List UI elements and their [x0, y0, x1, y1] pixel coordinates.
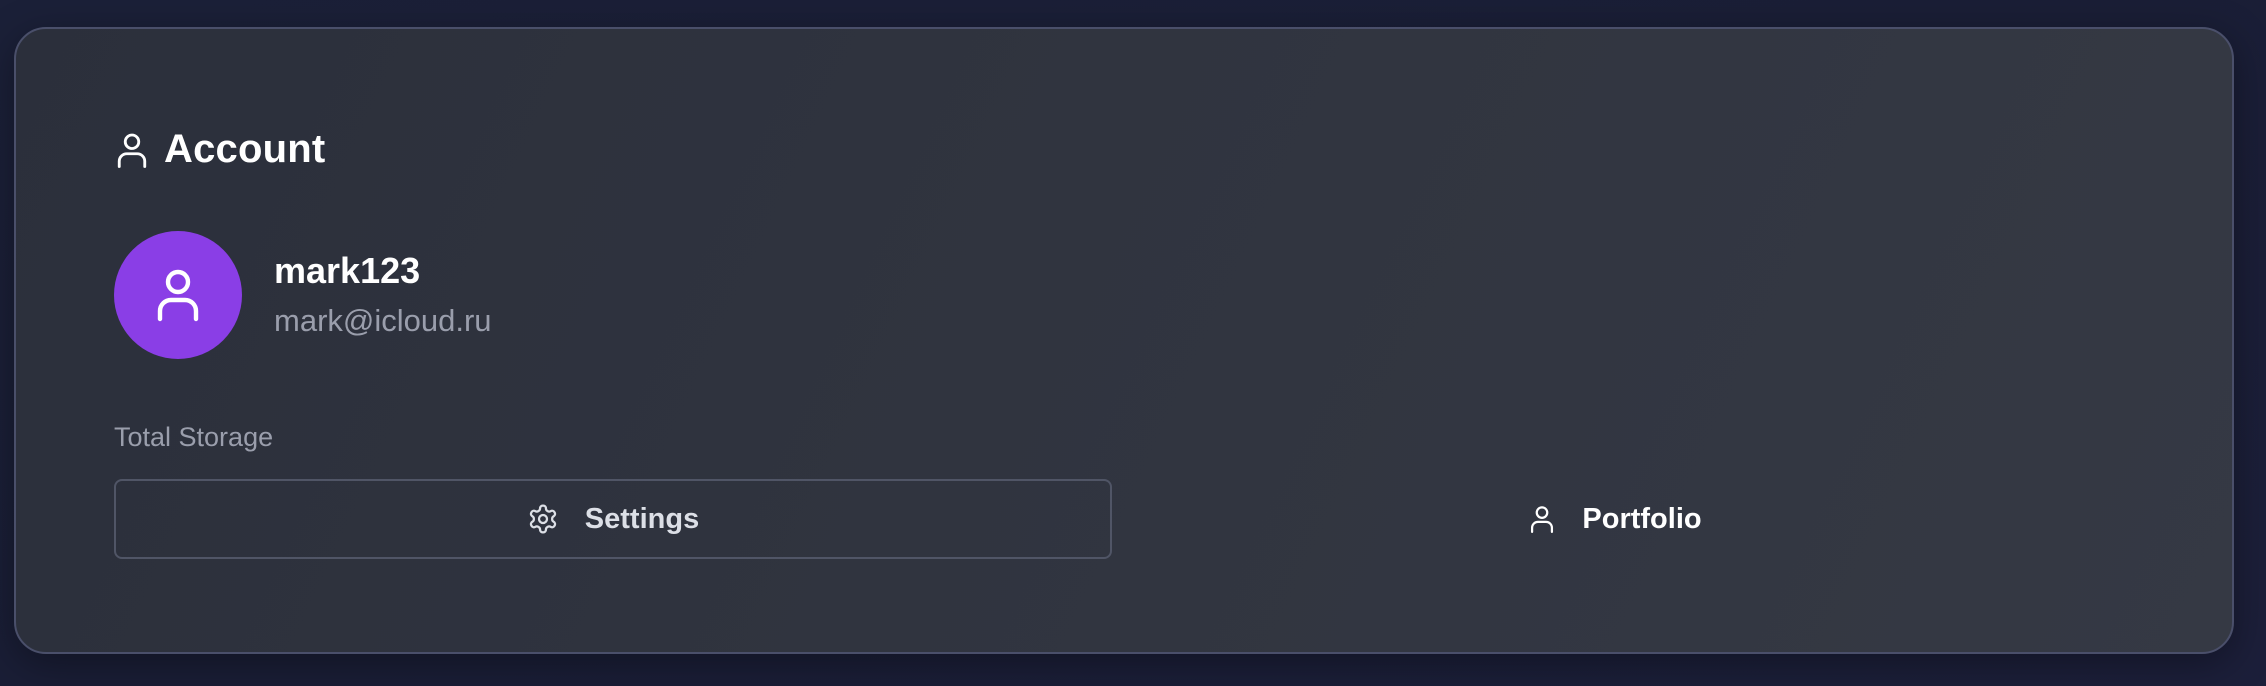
portfolio-button[interactable]: Portfolio	[1116, 479, 2114, 559]
user-icon	[1528, 503, 1556, 535]
account-card: Account mark123 mark@icloud.ru Total Sto…	[14, 27, 2234, 654]
user-icon	[114, 130, 150, 170]
avatar	[114, 231, 242, 359]
gear-icon	[527, 503, 559, 535]
user-icon	[154, 267, 202, 323]
settings-button-label: Settings	[584, 502, 700, 535]
portfolio-button-label: Portfolio	[1582, 502, 1702, 535]
page-title: Account	[164, 127, 326, 171]
account-actions: Settings Portfolio	[114, 479, 2114, 559]
username: mark123	[274, 250, 421, 291]
account-header: Account	[114, 127, 325, 172]
user-profile: mark123 mark@icloud.ru	[114, 231, 492, 359]
user-email: mark@icloud.ru	[274, 303, 492, 338]
settings-button[interactable]: Settings	[114, 479, 1112, 559]
total-storage-label: Total Storage	[114, 422, 274, 452]
user-info: mark123 mark@icloud.ru	[274, 249, 492, 341]
